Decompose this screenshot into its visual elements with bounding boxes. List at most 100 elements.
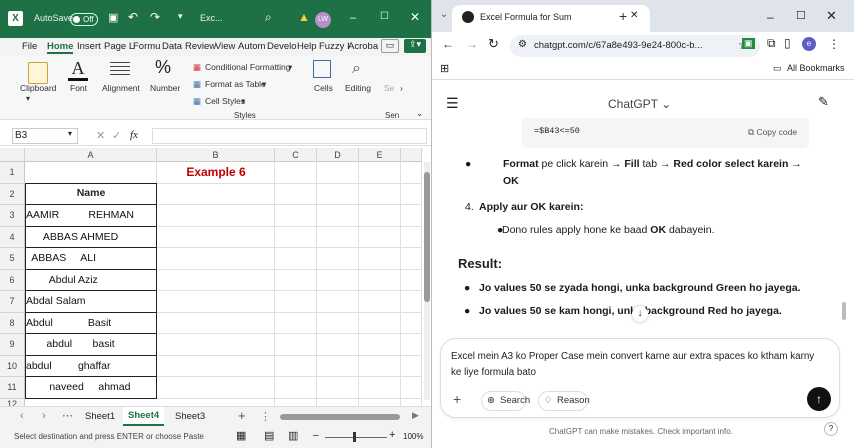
column-header-e[interactable]: E xyxy=(359,148,401,162)
sheet-tab-sheet1[interactable]: Sheet1 xyxy=(85,411,115,422)
cell[interactable] xyxy=(317,162,359,184)
tab-formulas[interactable]: Formu xyxy=(133,41,160,52)
tab-view[interactable]: View xyxy=(215,41,235,52)
column-header-a[interactable]: A xyxy=(25,148,157,162)
cell[interactable] xyxy=(157,226,275,248)
help-icon[interactable]: ? xyxy=(824,422,838,436)
font-group[interactable]: Font xyxy=(70,83,87,93)
forward-icon[interactable]: → xyxy=(466,37,478,51)
cell[interactable] xyxy=(157,183,275,205)
cells-group[interactable]: Cells xyxy=(314,83,333,93)
url-text[interactable]: chatgpt.com/c/67a8e493-9e24-800c-b... xyxy=(534,40,702,51)
cell[interactable] xyxy=(317,205,359,227)
cell[interactable] xyxy=(275,269,317,291)
close-tab-icon[interactable]: ✕ xyxy=(630,10,638,21)
cancel-icon[interactable]: ✕ xyxy=(96,129,105,142)
name-cell[interactable]: Abdul Basit xyxy=(25,312,157,334)
zoom-out-icon[interactable]: – xyxy=(313,430,319,441)
sensitivity-group[interactable]: Se xyxy=(384,83,394,93)
maximize-icon[interactable]: ☐ xyxy=(796,9,806,22)
name-cell[interactable]: Abdul Aziz xyxy=(25,269,157,291)
normal-view-icon[interactable]: ▦ xyxy=(236,429,246,442)
cell[interactable] xyxy=(317,377,359,399)
format-as-table-button[interactable]: Format as Table xyxy=(205,79,266,89)
sheet-tab-sheet4[interactable]: Sheet4 xyxy=(123,407,165,426)
ribbon-collapse-icon[interactable]: ⌄ xyxy=(416,108,423,119)
name-cell[interactable]: ABBAS AHMED xyxy=(25,226,157,248)
cell[interactable] xyxy=(359,355,401,377)
row-header[interactable]: 6 xyxy=(0,269,25,291)
cell[interactable] xyxy=(401,334,422,356)
reload-icon[interactable]: ↻ xyxy=(488,36,499,52)
paste-icon[interactable] xyxy=(28,62,48,84)
minimize-icon[interactable]: – xyxy=(767,10,774,24)
editing-group[interactable]: Editing xyxy=(345,83,371,93)
row-header[interactable]: 3 xyxy=(0,205,25,227)
row-header[interactable]: 1 xyxy=(0,162,25,184)
attach-plus-icon[interactable]: + xyxy=(453,391,461,407)
font-color-icon[interactable]: A xyxy=(68,58,88,81)
cell[interactable] xyxy=(359,162,401,184)
page-layout-icon[interactable]: ▤ xyxy=(264,429,274,442)
warning-icon[interactable]: ▲ xyxy=(298,10,310,24)
tab-insert[interactable]: Insert xyxy=(77,41,101,52)
add-sheet-icon[interactable]: + xyxy=(238,408,246,423)
cell[interactable] xyxy=(359,291,401,313)
row-header[interactable]: 8 xyxy=(0,312,25,334)
cell[interactable] xyxy=(317,291,359,313)
tab-search-icon[interactable]: ⌄ xyxy=(440,9,448,20)
copy-code-button[interactable]: ⧉ Copy code xyxy=(748,127,797,138)
cell[interactable] xyxy=(317,269,359,291)
cell[interactable] xyxy=(275,248,317,270)
tab-help[interactable]: Help xyxy=(297,41,317,52)
model-selector[interactable]: ChatGPT ⌄ xyxy=(608,97,671,111)
row-header[interactable]: 2 xyxy=(0,183,25,205)
next-sheet-icon[interactable]: › xyxy=(42,410,46,422)
example-title-cell[interactable]: Example 6 xyxy=(157,162,275,184)
name-header-cell[interactable]: Name xyxy=(25,183,157,205)
zoom-in-icon[interactable]: + xyxy=(389,429,395,441)
name-cell[interactable]: ABBAS ALI xyxy=(25,248,157,270)
cell[interactable] xyxy=(401,226,422,248)
tab-file[interactable]: File xyxy=(22,41,37,52)
cell[interactable] xyxy=(359,226,401,248)
save-icon[interactable]: ▣ xyxy=(108,11,118,24)
send-button[interactable]: ↑ xyxy=(807,387,831,411)
scroll-right-icon[interactable]: ▶ xyxy=(412,410,419,421)
enter-icon[interactable]: ✓ xyxy=(112,129,121,142)
column-header-f[interactable] xyxy=(401,148,422,162)
ribbon-scroll-icon[interactable]: › xyxy=(400,83,403,93)
formula-input[interactable] xyxy=(152,128,427,144)
cell[interactable] xyxy=(359,183,401,205)
cell[interactable] xyxy=(157,334,275,356)
message-composer[interactable]: Excel mein A3 ko Proper Case mein conver… xyxy=(440,338,840,418)
maximize-icon[interactable]: ☐ xyxy=(380,11,389,22)
scroll-down-icon[interactable]: ↓ xyxy=(632,306,648,322)
cell[interactable] xyxy=(275,226,317,248)
row-header[interactable]: 7 xyxy=(0,291,25,313)
select-all-corner[interactable] xyxy=(0,148,25,162)
align-icon[interactable] xyxy=(110,62,130,75)
site-info-icon[interactable]: ⚙ xyxy=(518,39,527,50)
tab-acrobat[interactable]: Acroba xyxy=(348,41,378,52)
row-header[interactable]: 11 xyxy=(0,377,25,399)
cell[interactable] xyxy=(317,226,359,248)
cell[interactable] xyxy=(157,205,275,227)
cell[interactable] xyxy=(275,205,317,227)
zoom-level[interactable]: 100% xyxy=(403,432,423,441)
cell[interactable] xyxy=(275,312,317,334)
cell[interactable] xyxy=(359,248,401,270)
cell[interactable] xyxy=(317,334,359,356)
menu-kebab-icon[interactable]: ⋮ xyxy=(828,37,840,51)
quick-access-more-icon[interactable]: ▾ xyxy=(178,11,183,22)
tab-page-layout[interactable]: Page L xyxy=(104,41,134,52)
cell[interactable] xyxy=(275,162,317,184)
tab-automate[interactable]: Autom xyxy=(238,41,265,52)
editing-icon[interactable]: ⌕ xyxy=(352,60,361,78)
reason-button[interactable]: ♢ Reason xyxy=(538,391,590,411)
sidebar-icon[interactable]: ▯ xyxy=(784,36,791,50)
name-cell[interactable]: naveed ahmad xyxy=(25,377,157,399)
tab-data[interactable]: Data xyxy=(162,41,182,52)
name-cell[interactable]: AAMIR REHMAN xyxy=(25,205,157,227)
cell[interactable] xyxy=(157,248,275,270)
